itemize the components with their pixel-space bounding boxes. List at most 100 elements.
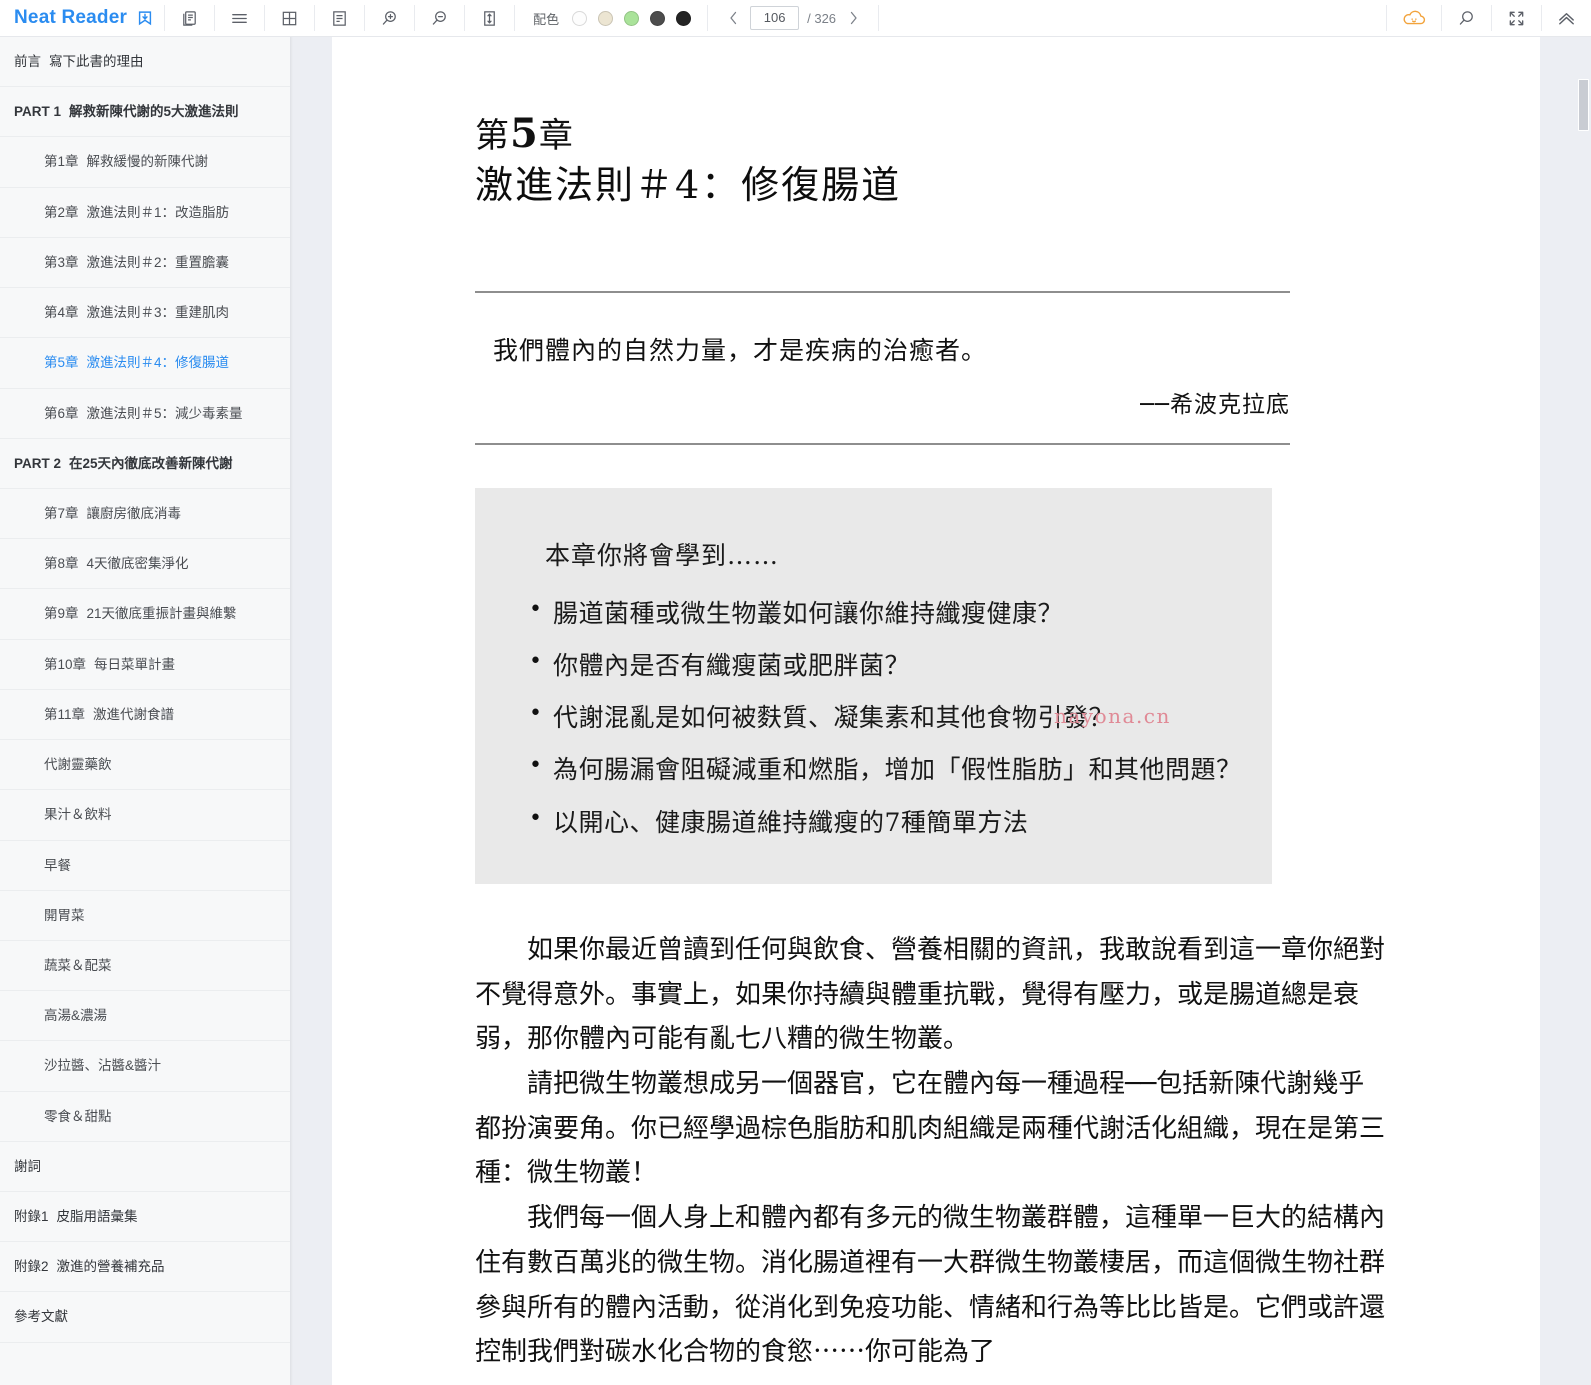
toc-item-label: 代謝靈藥飲 [44, 757, 112, 773]
grid-view-icon[interactable] [265, 0, 314, 36]
toc-item[interactable]: 第1章 解救緩慢的新陳代謝 [0, 137, 290, 188]
toc-item-label: 激進代謝食譜 [93, 706, 175, 722]
objective-item: 以開心、健康腸道維持纖瘦的7種簡單方法 [527, 805, 1236, 838]
app-title: Neat Reader [14, 7, 128, 28]
toc-item[interactable]: 開胃菜 [0, 891, 290, 941]
toc-item[interactable]: 高湯&濃湯 [0, 991, 290, 1042]
page-navigator: 106 / 326 [708, 0, 878, 36]
toc-item-number: 第9章 [44, 606, 79, 622]
toc-item[interactable]: 前言 寫下此書的理由 [0, 37, 290, 88]
toolbar-left-group: Neat Reader 配色 106 / 326 [0, 0, 880, 36]
color-swatch-white[interactable] [572, 10, 588, 26]
copy-pages-icon[interactable] [165, 0, 214, 36]
toc-item[interactable]: 沙拉醬、沾醬&醬汁 [0, 1041, 290, 1092]
notes-icon[interactable] [315, 0, 364, 36]
toc-item[interactable]: 果汁＆飲料 [0, 790, 290, 841]
toc-item-number: 第3章 [44, 254, 79, 270]
toc-item[interactable]: 代謝靈藥飲 [0, 740, 290, 791]
collapse-up-icon[interactable] [1542, 0, 1591, 36]
toc-item-label: 零食＆甜點 [44, 1108, 112, 1124]
main-body: 前言 寫下此書的理由 PART 1 解救新陳代謝的5大激進法則第1章 解救緩慢的新陳代謝… [0, 37, 1591, 1385]
toolbar-right-group [1386, 0, 1591, 36]
epigraph-quote: 我們體內的自然力量，才是疾病的治癒者。 [493, 335, 988, 365]
toc-item[interactable]: 第2章 激進法則＃1：改造脂肪 [0, 188, 290, 238]
scrollbar-track[interactable] [1578, 37, 1589, 1385]
toc-item-number: 第1章 [44, 154, 79, 170]
toc-item-label: 謝詞 [14, 1158, 41, 1174]
cloud-sync-icon[interactable] [1387, 0, 1441, 36]
toc-sidebar[interactable]: 前言 寫下此書的理由 PART 1 解救新陳代謝的5大激進法則第1章 解救緩慢的新陳代謝… [0, 37, 290, 1385]
bookmark-save-icon[interactable] [136, 9, 154, 27]
fullscreen-icon[interactable] [1492, 0, 1541, 36]
color-swatch-black[interactable] [676, 10, 692, 26]
scrollbar-thumb[interactable] [1578, 79, 1589, 131]
toc-item[interactable]: 附錄1 皮脂用語彙集 [0, 1192, 290, 1243]
toc-item[interactable]: 第8章 4天徹底密集淨化 [0, 539, 290, 590]
toc-item-label: 寫下此書的理由 [49, 54, 144, 69]
toc-item[interactable]: 第6章 激進法則＃5：減少毒素量 [0, 389, 290, 439]
toc-item-label: 激進法則＃2：重置膽囊 [86, 254, 230, 270]
zoom-out-icon[interactable] [415, 0, 464, 36]
toc-item-label: 讓廚房徹底消毒 [86, 505, 182, 521]
toc-item-number: 第2章 [44, 204, 79, 220]
objective-item: 腸道菌種或微生物叢如何讓你維持纖瘦健康？ [527, 596, 1236, 629]
toc-item[interactable]: 第10章 每日菜單計畫 [0, 640, 290, 690]
toc-item-number: 第7章 [44, 505, 79, 521]
toc-item-number: PART 2 [14, 455, 62, 471]
app-brand[interactable]: Neat Reader [0, 0, 164, 36]
toc-list: 前言 寫下此書的理由 PART 1 解救新陳代謝的5大激進法則第1章 解救緩慢的新陳代謝… [0, 37, 290, 1343]
divider-top [475, 290, 1290, 293]
epigraph-attribution: ──希波克拉底 [1140, 391, 1290, 418]
body-paragraph: 如果你最近曾讀到任何與飲食、營養相關的資訊，我敢說看到這一章你絕對不覺得意外。事… [475, 934, 1386, 1055]
toc-item-number: PART 1 [14, 104, 62, 120]
list-view-icon[interactable] [215, 0, 264, 36]
toc-item-number: 第11章 [44, 706, 86, 722]
page-number-input[interactable]: 106 [750, 6, 800, 30]
color-swatch-gray[interactable] [650, 10, 666, 26]
toc-item-label: 激進法則＃4：修復腸道 [86, 355, 230, 371]
prev-page-icon[interactable] [722, 7, 744, 29]
line-height-icon[interactable] [465, 0, 514, 36]
reader-pane: 第5章 激進法則＃4：修復腸道 我們體內的自然力量，才是疾病的治癒者。 ──希波… [332, 37, 1540, 1385]
toc-item-label: 激進法則＃1：改造脂肪 [86, 204, 230, 220]
zoom-in-icon[interactable] [365, 0, 414, 36]
color-scheme-label: 配色 [533, 11, 560, 27]
divider-bottom [475, 442, 1290, 445]
toc-item-label: 皮脂用語彙集 [56, 1209, 138, 1225]
toc-item[interactable]: PART 1 解救新陳代謝的5大激進法則 [0, 87, 290, 138]
toc-item-number: 第6章 [44, 405, 79, 421]
objective-item: 代謝混亂是如何被麩質、凝集素和其他食物引發？ [527, 700, 1236, 733]
toc-item[interactable]: 謝詞 [0, 1142, 290, 1193]
toc-item-label: 高湯&濃湯 [44, 1008, 108, 1024]
toc-item[interactable]: 第11章 激進代謝食譜 [0, 690, 290, 741]
toc-item[interactable]: 蔬菜＆配菜 [0, 941, 290, 992]
next-page-icon[interactable] [842, 7, 864, 29]
toc-item-number: 附錄2 [14, 1259, 49, 1275]
toc-item-label: 21天徹底重振計畫與維繫 [86, 606, 237, 622]
color-swatch-sepia[interactable] [598, 10, 614, 26]
toc-item-label: 解救新陳代謝的5大激進法則 [69, 104, 239, 120]
reader-scrollbar[interactable] [1540, 37, 1591, 1385]
toc-item-number: 第10章 [44, 656, 87, 672]
objectives-list: 腸道菌種或微生物叢如何讓你維持纖瘦健康？ 你體內是否有纖瘦菌或肥胖菌？ 代謝混亂是如… [527, 596, 1241, 838]
toc-item[interactable]: 第3章 激進法則＃2：重置膽囊 [0, 238, 290, 289]
toc-item[interactable]: 附錄2 激進的營養補充品 [0, 1242, 290, 1293]
body-paragraph: 我們每一個人身上和體內都有多元的微生物叢群體，這種單一巨大的結構內住有數百萬兆的… [475, 1203, 1386, 1368]
toc-item[interactable]: 第9章 21天徹底重振計畫與維繫 [0, 589, 290, 640]
toc-item[interactable]: 早餐 [0, 841, 290, 891]
toc-item-number: 第5章 [44, 355, 79, 371]
page-title: 激進法則＃4：修復腸道 [475, 163, 902, 207]
toc-item[interactable]: 零食＆甜點 [0, 1092, 290, 1142]
search-icon[interactable] [1442, 0, 1491, 36]
toc-item[interactable]: 第5章 激進法則＃4：修復腸道 [0, 338, 290, 389]
toc-item-label: 果汁＆飲料 [44, 807, 112, 823]
objectives-lead: 本章你將會學到…… [545, 540, 780, 570]
chapter-number-line: 第5章 [475, 111, 1480, 157]
toc-item-number: 附錄1 [14, 1209, 49, 1225]
toc-item[interactable]: 第7章 讓廚房徹底消毒 [0, 489, 290, 540]
color-swatch-green[interactable] [624, 10, 640, 26]
toc-item[interactable]: PART 2 在25天內徹底改善新陳代謝 [0, 439, 290, 489]
toc-item[interactable]: 參考文獻 [0, 1292, 290, 1343]
toc-item[interactable]: 第4章 激進法則＃3：重建肌肉 [0, 288, 290, 339]
